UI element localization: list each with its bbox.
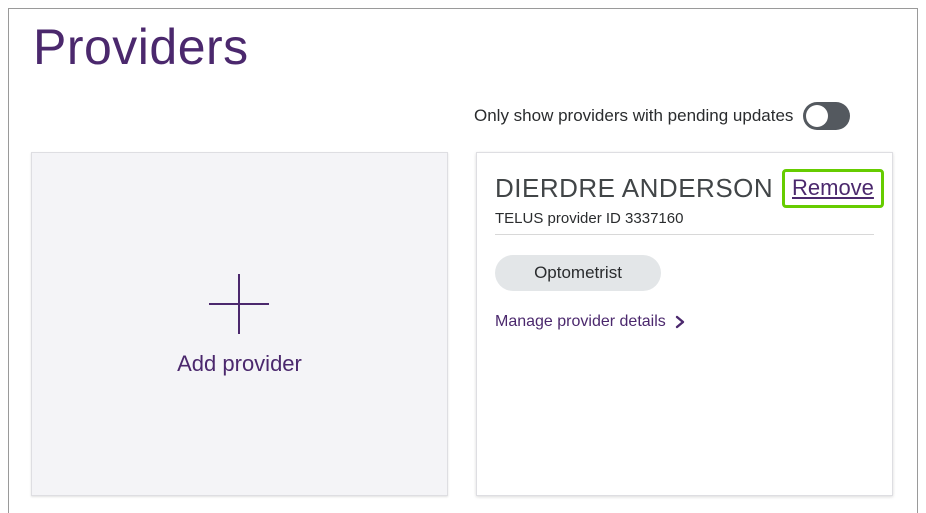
provider-card: DIERDRE ANDERSON Remove TELUS provider I… [476,152,893,496]
remove-button[interactable]: Remove [782,169,884,208]
toggle-knob [806,105,829,127]
add-provider-label: Add provider [177,351,302,376]
manage-provider-details-link[interactable]: Manage provider details [495,313,687,331]
plus-icon [209,274,269,334]
page-title: Providers [33,19,249,75]
provider-type-badge: Optometrist [495,255,661,291]
manage-link-label: Manage provider details [495,313,666,330]
pending-updates-filter: Only show providers with pending updates [474,102,851,130]
provider-name: DIERDRE ANDERSON [495,173,774,203]
chevron-right-icon [675,315,684,329]
add-provider-card[interactable]: Add provider [31,152,448,496]
pending-updates-toggle[interactable] [803,102,851,130]
divider [495,234,874,235]
provider-id: TELUS provider ID 3337160 [495,210,684,227]
filter-label: Only show providers with pending updates [474,106,794,125]
